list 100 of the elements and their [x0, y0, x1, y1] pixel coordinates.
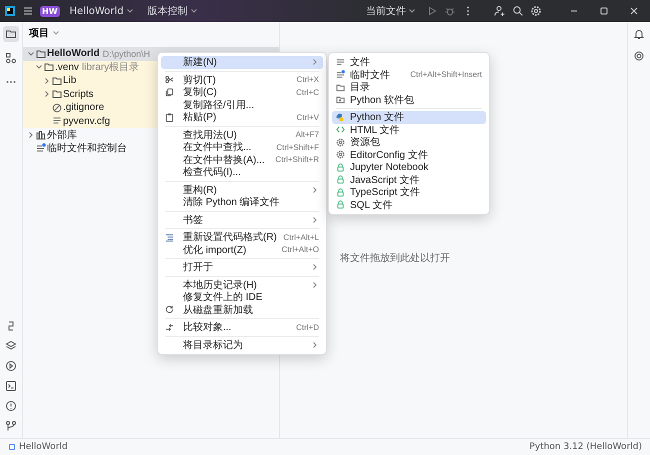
- text-file-icon: [52, 116, 62, 126]
- code-brackets-icon: [336, 125, 345, 134]
- menu-icon[interactable]: [22, 5, 34, 17]
- menu-item[interactable]: 资源包: [332, 136, 486, 148]
- bug-icon[interactable]: [444, 5, 456, 17]
- project-path: D:\python\H: [102, 48, 150, 59]
- project-badge: HW: [40, 6, 60, 16]
- run-icon[interactable]: [426, 5, 438, 17]
- folder-tool-icon[interactable]: [5, 28, 17, 40]
- menu-item[interactable]: 复制路径/引用...: [161, 98, 323, 111]
- template-icon: [336, 162, 345, 172]
- menu-item[interactable]: 剪切(T) Ctrl+X: [161, 74, 323, 86]
- tree-item[interactable]: 临时文件和控制台: [47, 141, 127, 156]
- chevron-right-icon[interactable]: [43, 90, 51, 98]
- spiral-icon[interactable]: [633, 50, 645, 62]
- menu-item[interactable]: SQL 文件: [332, 198, 486, 211]
- copy-icon: [165, 88, 174, 97]
- status-project[interactable]: HelloWorld: [19, 442, 68, 452]
- menu-item[interactable]: HTML 文件: [332, 124, 486, 136]
- bell-icon[interactable]: [633, 28, 645, 40]
- problems-icon[interactable]: [5, 400, 17, 412]
- menu-item[interactable]: 在文件中替换(A)... Ctrl+Shift+R: [161, 154, 323, 166]
- add-user-icon[interactable]: [494, 5, 506, 17]
- chevron-down-icon[interactable]: [35, 63, 43, 72]
- menu-item[interactable]: 复制(C) Ctrl+C: [161, 86, 323, 98]
- caret-icon: [52, 29, 60, 37]
- tree-item[interactable]: pyvenv.cfg: [63, 116, 110, 127]
- scratch-file-icon: [36, 143, 46, 154]
- terminal-icon[interactable]: [5, 380, 17, 392]
- clipboard-icon: [165, 112, 174, 122]
- library-icon: [36, 130, 46, 140]
- menu-item[interactable]: EditorConfig 文件: [332, 148, 486, 161]
- menu-item[interactable]: 从磁盘重新加载: [161, 304, 323, 316]
- run-icon[interactable]: [5, 360, 17, 372]
- folder-icon: [52, 89, 62, 100]
- tree-item[interactable]: .venv: [55, 62, 79, 73]
- caret-icon: [408, 7, 416, 15]
- format-icon: [165, 232, 174, 242]
- menu-item[interactable]: 比较对象... Ctrl+D: [161, 321, 323, 334]
- menu-item[interactable]: 重新设置代码格式(R) Ctrl+Alt+L: [161, 231, 323, 244]
- menu-item[interactable]: 粘贴(P) Ctrl+V: [161, 111, 323, 124]
- menu-item[interactable]: 书签: [161, 214, 323, 226]
- menu-item[interactable]: TypeScript 文件: [332, 186, 486, 198]
- maximize-icon[interactable]: [598, 5, 610, 17]
- menu-item[interactable]: 新建(N): [161, 56, 323, 68]
- menu-item[interactable]: JavaScript 文件: [332, 174, 486, 186]
- menu-item[interactable]: 修复文件上的 IDE: [161, 291, 323, 304]
- folder-note: library根目录: [82, 60, 140, 74]
- caret-icon: [126, 7, 134, 15]
- menu-item[interactable]: 目录: [332, 81, 486, 94]
- vcs-dropdown[interactable]: 版本控制: [144, 4, 202, 18]
- git-branch-icon[interactable]: [5, 420, 17, 432]
- template-icon: [336, 175, 345, 184]
- menu-item[interactable]: 重构(R): [161, 184, 323, 196]
- menu-item[interactable]: 将目录标记为: [161, 338, 323, 351]
- menu-item[interactable]: 临时文件 Ctrl+Alt+Shift+Insert: [332, 68, 486, 81]
- folder-icon: [52, 76, 62, 86]
- tree-item[interactable]: HelloWorld: [47, 48, 100, 60]
- compare-icon: [165, 322, 174, 332]
- search-icon[interactable]: [512, 5, 524, 17]
- menu-item[interactable]: 文件: [332, 56, 486, 68]
- project-view-dropdown[interactable]: 项目: [29, 26, 60, 40]
- app-logo-icon: [4, 5, 16, 17]
- template-icon: [336, 200, 345, 210]
- menu-item[interactable]: Python 文件: [332, 111, 486, 124]
- scissors-icon: [165, 75, 174, 84]
- python-icon: [336, 112, 345, 122]
- package-icon: [336, 95, 345, 104]
- scratch-file-icon: [336, 70, 345, 80]
- reload-icon: [165, 305, 174, 314]
- menu-item[interactable]: 打开于: [161, 261, 323, 274]
- menu-item[interactable]: 优化 import(Z) Ctrl+Alt+O: [161, 244, 323, 256]
- menu-item[interactable]: Python 软件包: [332, 94, 486, 106]
- settings-icon[interactable]: [530, 5, 542, 17]
- close-icon[interactable]: [628, 5, 640, 17]
- tree-item[interactable]: Scripts: [63, 88, 94, 100]
- run-config-dropdown[interactable]: 当前文件: [362, 4, 420, 18]
- drop-hint: 将文件拖放到此处以打开: [340, 253, 450, 264]
- folder-icon: [36, 48, 46, 59]
- tree-item[interactable]: 外部库: [47, 128, 77, 142]
- tree-item[interactable]: .gitignore: [63, 102, 104, 114]
- menu-item[interactable]: 本地历史记录(H): [161, 278, 323, 291]
- layers-icon[interactable]: [5, 340, 17, 352]
- menu-item[interactable]: 清除 Python 编译文件: [161, 196, 323, 208]
- menu-item[interactable]: 在文件中查找... Ctrl+Shift+F: [161, 141, 323, 154]
- interpreter-status[interactable]: Python 3.12 (HelloWorld): [529, 442, 642, 452]
- no-entry-icon: [52, 102, 62, 113]
- project-dropdown[interactable]: HelloWorld: [66, 6, 138, 16]
- tree-item[interactable]: Lib: [63, 75, 76, 86]
- folder-icon: [44, 62, 54, 72]
- chevron-right-icon[interactable]: [27, 130, 35, 139]
- folder-icon: [336, 82, 345, 92]
- module-icon: [8, 443, 16, 451]
- menu-item[interactable]: Jupyter Notebook: [332, 161, 486, 174]
- menu-item[interactable]: 检查代码(I)...: [161, 166, 323, 178]
- chevron-right-icon[interactable]: [43, 76, 51, 85]
- chevron-down-icon[interactable]: [27, 50, 35, 58]
- template-icon: [336, 188, 345, 197]
- menu-item[interactable]: 查找用法(U) Alt+F7: [161, 128, 323, 141]
- structure-icon[interactable]: [5, 52, 17, 64]
